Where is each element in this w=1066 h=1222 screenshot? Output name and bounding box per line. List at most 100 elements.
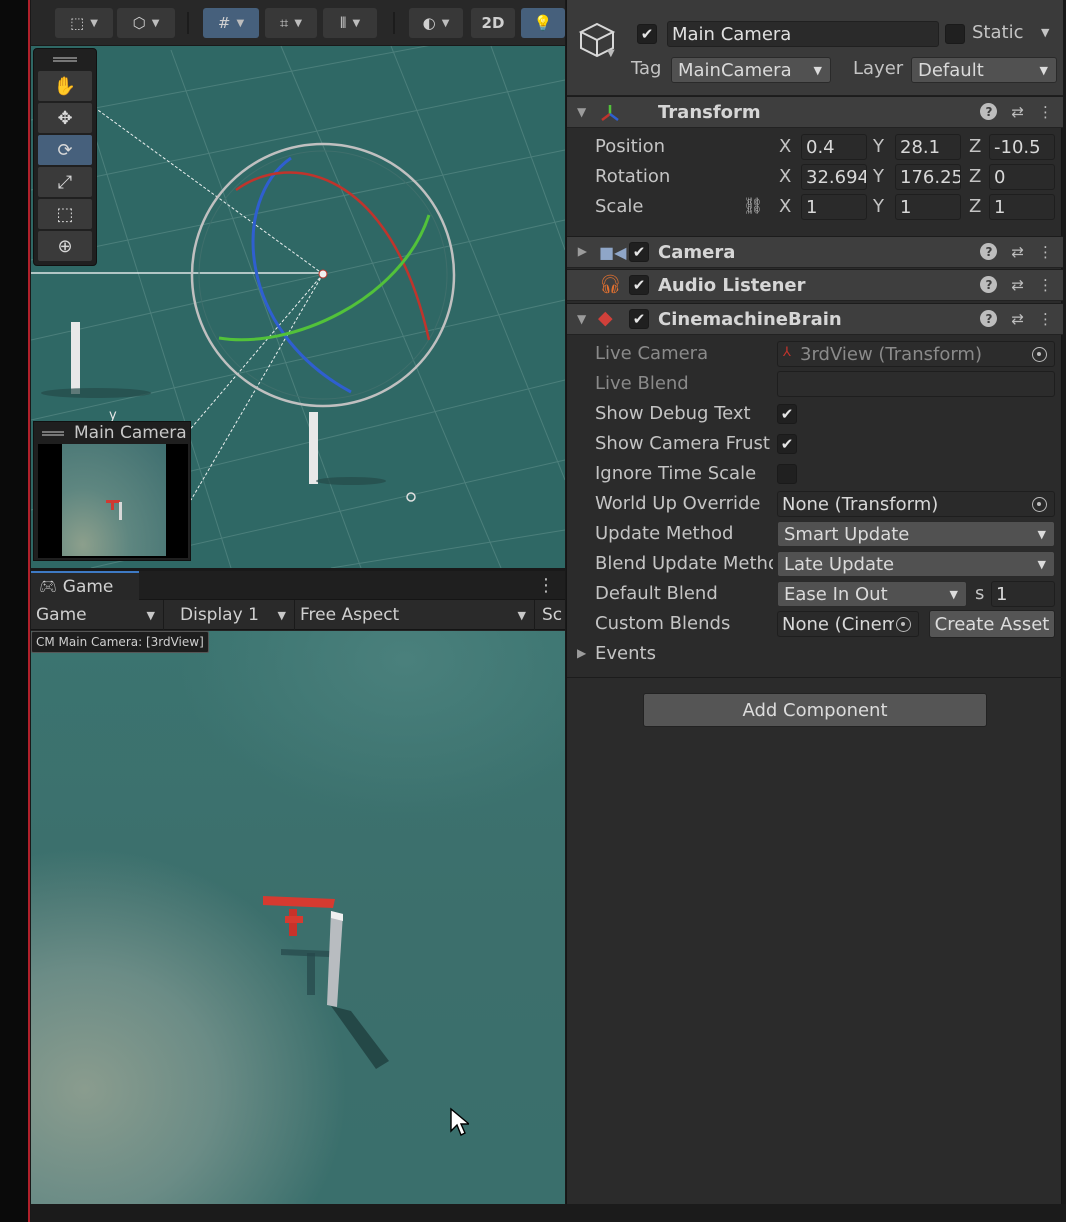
fold-arrow-icon[interactable]: ▼ <box>577 105 586 119</box>
kebab-menu-icon[interactable]: ⋮ <box>1038 243 1053 261</box>
camera-preview-title: Main Camera <box>74 423 187 443</box>
kebab-menu-icon[interactable]: ⋮ <box>1038 310 1053 328</box>
default-blend-time-field[interactable]: 1 <box>991 581 1055 607</box>
preset-icon[interactable]: ⇄ <box>1011 310 1024 328</box>
kebab-menu-icon[interactable]: ⋮ <box>1038 103 1053 121</box>
create-asset-button[interactable]: Create Asset <box>929 610 1055 638</box>
scale-x-field[interactable]: 1 <box>801 194 867 220</box>
scene-view[interactable]: y ⬚ ▼ ⬡ ▼ # ▼ ⌗ ▼ ⦀ ▼ ◐ ▼ 2D 💡 ✋ ✥ ⟳ ⤢ ⬚ ⊕ Mai… <box>31 0 565 568</box>
game-render[interactable]: CM Main Camera: [3rdView] <box>31 631 565 1204</box>
constrain-proportions-icon[interactable]: ⛓ <box>743 196 763 215</box>
help-icon[interactable]: ? <box>980 243 998 260</box>
static-checkbox[interactable] <box>945 24 965 44</box>
layer-dropdown[interactable]: Default ▼ <box>911 57 1057 83</box>
transform-header[interactable]: ▼ Transform ? ⇄ ⋮ <box>567 96 1063 128</box>
scale-slider-label[interactable]: Sc <box>537 600 565 630</box>
scale-z-field[interactable]: 1 <box>989 194 1055 220</box>
fold-arrow-icon[interactable]: ▼ <box>575 247 589 256</box>
icon-dropdown-icon[interactable]: ▼ <box>607 48 615 59</box>
lighting-toggle[interactable]: 💡 <box>521 8 565 38</box>
custom-blends-field[interactable]: None (Cinemachine <box>777 611 919 637</box>
world-up-override-field[interactable]: None (Transform) <box>777 491 1055 517</box>
rotation-x-field[interactable]: 32.694 <box>801 164 867 190</box>
shading-dropdown[interactable]: ◐ ▼ <box>409 8 463 38</box>
help-icon[interactable]: ? <box>980 276 998 293</box>
grid-snap-dropdown[interactable]: # ▼ <box>203 8 259 38</box>
active-checkbox[interactable]: ✔ <box>637 24 657 44</box>
snap-icon: ⌗ <box>279 14 289 32</box>
camera-header[interactable]: ▼ ■◀ ✔ Camera ? ⇄ ⋮ <box>567 236 1063 268</box>
move-tool-button[interactable]: ✥ <box>38 103 92 133</box>
rotation-x-axis: X <box>779 166 792 187</box>
toggle-2d-button[interactable]: 2D <box>471 8 515 38</box>
events-foldout[interactable]: Events <box>595 643 656 664</box>
audio-listener-header[interactable]: 🎧︎ ✔ Audio Listener ? ⇄ ⋮ <box>567 269 1063 301</box>
preview-grip[interactable] <box>42 430 64 436</box>
audio-listener-enabled-checkbox[interactable]: ✔ <box>629 275 649 295</box>
scale-z-axis: Z <box>969 196 982 217</box>
scale-y-field[interactable]: 1 <box>895 194 961 220</box>
object-picker-icon[interactable] <box>896 617 911 632</box>
cinemachine-brain-enabled-checkbox[interactable]: ✔ <box>629 309 649 329</box>
game-view-select[interactable]: Game ▼ <box>31 600 164 630</box>
update-method-label: Update Method <box>595 523 734 544</box>
position-y-field[interactable]: 28.1 <box>895 134 961 160</box>
rotation-z-axis: Z <box>969 166 982 187</box>
snap-dropdown[interactable]: ⌗ ▼ <box>265 8 317 38</box>
update-method-dropdown[interactable]: Smart Update ▼ <box>777 521 1055 547</box>
default-blend-dropdown[interactable]: Ease In Out ▼ <box>777 581 967 607</box>
live-camera-label: Live Camera <box>595 343 709 364</box>
static-dropdown-icon[interactable]: ▼ <box>1041 26 1049 39</box>
preset-icon[interactable]: ⇄ <box>1011 276 1024 294</box>
cinemachine-brain-header[interactable]: ▼ ◆ ✔ CinemachineBrain ? ⇄ ⋮ <box>567 303 1063 335</box>
gameobject-header: ▼ ✔ Main Camera Static ▼ Tag MainCamera ▼… <box>567 0 1063 96</box>
game-menu-icon[interactable]: ⋮ <box>537 577 555 595</box>
render-mode-dropdown[interactable]: ⬡ ▼ <box>117 8 175 38</box>
rotate-gizmo[interactable] <box>190 142 456 408</box>
rect-tool-button[interactable]: ⬚ <box>38 199 92 229</box>
ignore-time-scale-checkbox[interactable] <box>777 464 797 484</box>
headphones-icon: 🎧︎ <box>599 274 622 295</box>
rotation-z-field[interactable]: 0 <box>989 164 1055 190</box>
inspector-panel: ▼ ✔ Main Camera Static ▼ Tag MainCamera ▼… <box>566 0 1063 1204</box>
hand-tool-button[interactable]: ✋ <box>38 71 92 101</box>
tools-grip[interactable] <box>34 49 96 69</box>
draw-mode-icon: ⬚ <box>70 14 85 32</box>
scale-tool-button[interactable]: ⤢ <box>38 167 92 197</box>
transform-icon <box>601 105 619 121</box>
object-name-field[interactable]: Main Camera <box>667 21 939 47</box>
scene-toolbar: ⬚ ▼ ⬡ ▼ # ▼ ⌗ ▼ ⦀ ▼ ◐ ▼ 2D 💡 <box>31 0 565 46</box>
rotate-tool-button[interactable]: ⟳ <box>38 135 92 165</box>
object-picker-icon[interactable] <box>1032 497 1047 512</box>
show-camera-frustum-checkbox[interactable]: ✔ <box>777 434 797 454</box>
position-x-field[interactable]: 0.4 <box>801 134 867 160</box>
display-select[interactable]: Display 1 ▼ <box>175 600 295 630</box>
fold-arrow-icon[interactable]: ▼ <box>577 312 586 326</box>
cinemachine-brain-title: CinemachineBrain <box>658 309 842 330</box>
help-icon[interactable]: ? <box>980 103 998 120</box>
tag-dropdown[interactable]: MainCamera ▼ <box>671 57 831 83</box>
show-debug-text-checkbox[interactable]: ✔ <box>777 404 797 424</box>
tab-game-label: Game <box>62 576 114 597</box>
default-blend-label: Default Blend <box>595 583 718 604</box>
transform-tool-button[interactable]: ⊕ <box>38 231 92 261</box>
aspect-select[interactable]: Free Aspect ▼ <box>295 600 535 630</box>
preset-icon[interactable]: ⇄ <box>1011 103 1024 121</box>
increment-snap-dropdown[interactable]: ⦀ ▼ <box>323 8 377 38</box>
events-fold-icon[interactable]: ▶ <box>577 646 586 660</box>
bottom-strip <box>31 1204 1066 1222</box>
draw-mode-dropdown[interactable]: ⬚ ▼ <box>55 8 113 38</box>
help-icon[interactable]: ? <box>980 310 998 327</box>
scale-x-axis: X <box>779 196 792 217</box>
camera-component-icon: ■◀ <box>599 243 627 262</box>
position-z-field[interactable]: -10.5 <box>989 134 1055 160</box>
rotation-y-axis: Y <box>873 166 884 187</box>
kebab-menu-icon[interactable]: ⋮ <box>1038 276 1053 294</box>
add-component-button[interactable]: Add Component <box>643 693 987 727</box>
camera-enabled-checkbox[interactable]: ✔ <box>629 242 649 262</box>
rotation-y-field[interactable]: 176.25 <box>895 164 961 190</box>
preset-icon[interactable]: ⇄ <box>1011 243 1024 261</box>
blend-update-method-dropdown[interactable]: Late Update ▼ <box>777 551 1055 577</box>
tab-game[interactable]: 🎮︎ Game <box>31 571 139 600</box>
camera-preview-screen <box>38 444 188 558</box>
